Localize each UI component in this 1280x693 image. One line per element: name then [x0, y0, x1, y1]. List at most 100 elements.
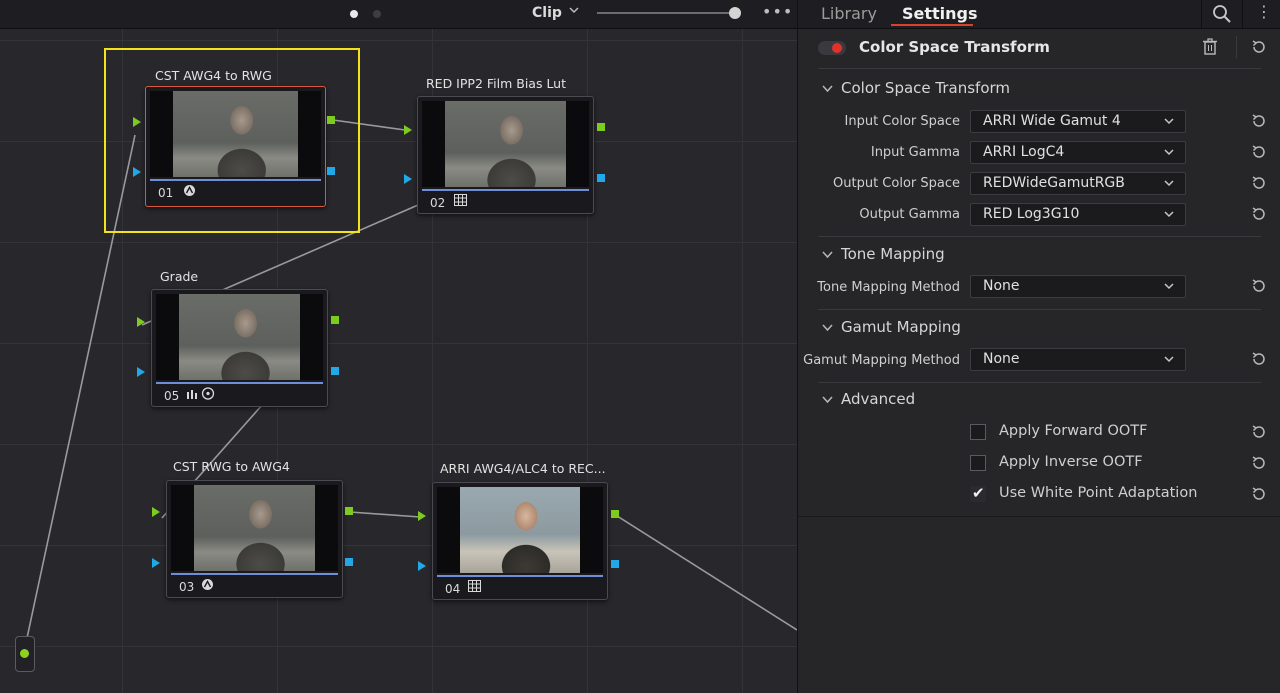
node-05-rgb-output[interactable]	[331, 316, 339, 324]
param-label: Output Gamma	[859, 207, 960, 222]
more-options-icon[interactable]: ⋮	[1256, 2, 1273, 21]
tab-settings[interactable]: Settings	[902, 4, 978, 23]
chevron-down-icon	[1163, 115, 1175, 131]
input-gamma-dropdown[interactable]: ARRI LogC4	[970, 141, 1186, 164]
node-02-rgb-output[interactable]	[597, 123, 605, 131]
inspector-tabs: Library Settings ⋮	[798, 0, 1280, 29]
checkbox-label: Apply Inverse OOTF	[999, 454, 1143, 470]
output-gamma-dropdown[interactable]: RED Log3G10	[970, 203, 1186, 226]
reset-icon[interactable]	[1250, 350, 1268, 368]
reset-icon[interactable]	[1250, 143, 1268, 161]
tone-mapping-method-dropdown[interactable]: None	[970, 275, 1186, 298]
node-04[interactable]: 04	[432, 482, 608, 600]
reset-icon[interactable]	[1250, 277, 1268, 295]
checkbox-label: Apply Forward OOTF	[999, 423, 1148, 439]
node-02-key-input[interactable]	[404, 174, 412, 184]
reset-icon[interactable]	[1250, 205, 1268, 223]
connection-04-to-output	[613, 513, 797, 631]
trash-icon[interactable]	[1202, 38, 1218, 59]
section-tone-mapping-header[interactable]: Tone Mapping	[822, 245, 945, 263]
more-options-icon[interactable]: •••	[762, 2, 793, 21]
effect-enable-toggle[interactable]	[818, 41, 846, 55]
node-02-key-output[interactable]	[597, 174, 605, 182]
node-title: ARRI AWG4/ALC4 to REC...	[440, 461, 606, 476]
chevron-down-icon	[1163, 353, 1175, 369]
node-03-rgb-output[interactable]	[345, 507, 353, 515]
clip-mode-label[interactable]: Clip	[532, 5, 562, 21]
chevron-down-icon	[1163, 208, 1175, 224]
chevron-down-icon	[822, 249, 833, 262]
page-indicator-active[interactable]	[350, 10, 358, 18]
node-thumbnail	[437, 487, 603, 573]
apply-forward-ootf-checkbox[interactable]	[970, 424, 986, 440]
output-color-space-dropdown[interactable]: REDWideGamutRGB	[970, 172, 1186, 195]
chevron-down-icon	[1163, 177, 1175, 193]
node-title: RED IPP2 Film Bias Lut	[426, 76, 567, 91]
node-04-key-input[interactable]	[418, 561, 426, 571]
effect-header: Color Space Transform	[798, 28, 1280, 68]
chevron-down-icon	[1163, 280, 1175, 296]
reset-icon[interactable]	[1250, 174, 1268, 192]
chevron-down-icon	[822, 322, 833, 335]
inspector-panel: Library Settings ⋮ Color Space Transform…	[797, 0, 1280, 693]
param-label: Gamut Mapping Method	[803, 353, 960, 368]
section-gamut-mapping-header[interactable]: Gamut Mapping	[822, 318, 961, 336]
node-editor[interactable]: Clip ••• CST AWG4 to RWG 01 RED IPP2 Fil…	[0, 0, 797, 693]
node-thumbnail	[156, 294, 323, 380]
page-indicator[interactable]	[373, 10, 381, 18]
input-color-space-dropdown[interactable]: ARRI Wide Gamut 4	[970, 110, 1186, 133]
param-label: Output Color Space	[833, 176, 960, 191]
reset-icon[interactable]	[1250, 112, 1268, 130]
colorspace-icon	[201, 578, 214, 594]
checkbox-label: Use White Point Adaptation	[999, 485, 1198, 501]
node-04-key-output[interactable]	[611, 560, 619, 568]
node-title: Grade	[160, 269, 199, 284]
node-05-key-input[interactable]	[137, 367, 145, 377]
reset-icon[interactable]	[1250, 485, 1268, 503]
node-number: 04	[445, 582, 461, 596]
node-05-key-output[interactable]	[331, 367, 339, 375]
apply-inverse-ootf-checkbox[interactable]	[970, 455, 986, 471]
node-03[interactable]: 03	[166, 480, 343, 598]
node-number: 05	[164, 389, 180, 403]
source-input-node[interactable]	[15, 636, 35, 672]
search-icon[interactable]	[1212, 4, 1232, 28]
param-label: Tone Mapping Method	[817, 280, 960, 295]
lut-grid-icon	[468, 580, 481, 595]
reset-icon[interactable]	[1250, 454, 1268, 472]
tab-library[interactable]: Library	[821, 4, 877, 23]
node-number: 02	[430, 196, 446, 210]
effect-title: Color Space Transform	[859, 38, 1050, 56]
chevron-down-icon	[1163, 146, 1175, 162]
node-02[interactable]: 02	[417, 96, 594, 214]
section-advanced-header[interactable]: Advanced	[822, 390, 915, 408]
node-05-rgb-input[interactable]	[137, 317, 145, 327]
checkmark-icon: ✔	[972, 484, 985, 502]
reset-icon[interactable]	[1250, 38, 1268, 56]
selection-highlight	[104, 48, 360, 233]
use-white-point-adaptation-checkbox[interactable]: ✔	[970, 484, 986, 502]
node-number: 03	[179, 580, 195, 594]
zoom-slider[interactable]	[597, 12, 737, 14]
node-05[interactable]: 05	[151, 289, 328, 407]
curves-window-icon	[186, 387, 216, 403]
node-03-key-output[interactable]	[345, 558, 353, 566]
node-04-rgb-input[interactable]	[418, 511, 426, 521]
reset-icon[interactable]	[1250, 423, 1268, 441]
section-cst-header[interactable]: Color Space Transform	[822, 79, 1010, 97]
lut-grid-icon	[454, 194, 467, 209]
source-output-port[interactable]	[20, 649, 29, 658]
chevron-down-icon	[822, 83, 833, 96]
param-label: Input Color Space	[844, 114, 960, 129]
node-02-rgb-input[interactable]	[404, 125, 412, 135]
node-editor-toolbar: Clip •••	[0, 0, 797, 29]
gamut-mapping-method-dropdown[interactable]: None	[970, 348, 1186, 371]
zoom-slider-handle[interactable]	[729, 7, 741, 19]
node-04-rgb-output[interactable]	[611, 510, 619, 518]
chevron-down-icon	[822, 394, 833, 407]
param-label: Input Gamma	[870, 145, 960, 160]
node-title: CST RWG to AWG4	[173, 459, 290, 474]
chevron-down-icon[interactable]	[568, 4, 580, 19]
node-03-key-input[interactable]	[152, 558, 160, 568]
node-03-rgb-input[interactable]	[152, 507, 160, 517]
